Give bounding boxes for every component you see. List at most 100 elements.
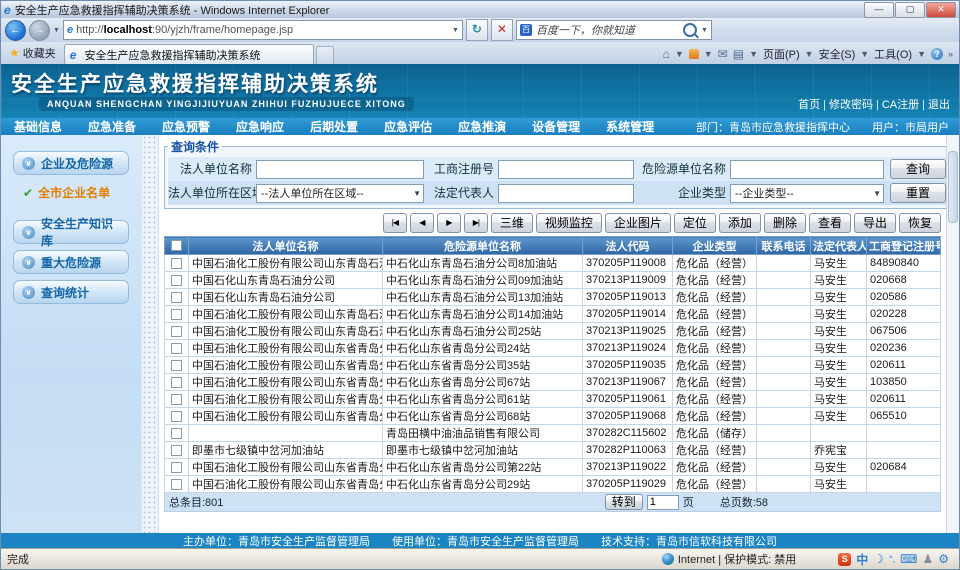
tools-menu[interactable]: 工具(O) bbox=[874, 46, 912, 62]
sidebar-splitter[interactable] bbox=[141, 135, 159, 533]
sidebar-group-major-hazard[interactable]: ∨ 重大危险源 bbox=[13, 250, 129, 274]
prev-page-button[interactable]: ◀ bbox=[410, 213, 434, 233]
overflow-icon[interactable]: » bbox=[948, 49, 953, 59]
menu-item-7[interactable]: 设备管理 bbox=[519, 118, 593, 135]
region-select[interactable]: --法人单位所在区域--▼ bbox=[256, 184, 424, 203]
top-link-1[interactable]: 修改密码 bbox=[829, 99, 873, 111]
reset-button[interactable]: 重置 bbox=[890, 183, 946, 203]
page-menu[interactable]: 页面(P) bbox=[763, 46, 800, 62]
table-row[interactable]: 中国石油化工股份有限公司山东省青岛分公司中石化山东省青岛分公司61站370205… bbox=[165, 391, 941, 408]
sidebar-group-enterprise-hazard[interactable]: ∨ 企业及危险源 bbox=[13, 151, 129, 175]
scrollbar-thumb[interactable] bbox=[948, 151, 958, 223]
url-text[interactable]: http://localhost:90/yjzh/frame/homepage.… bbox=[76, 24, 293, 36]
table-row[interactable]: 中国石油化工股份有限公司山东青岛石油分公司中石化山东青岛石油分公司14加油站37… bbox=[165, 306, 941, 323]
row-checkbox[interactable] bbox=[171, 394, 182, 405]
tools-menu-caret-icon[interactable]: ▼ bbox=[917, 49, 926, 59]
close-button[interactable]: ✕ bbox=[926, 2, 956, 18]
rss-icon[interactable] bbox=[689, 49, 699, 59]
moon-icon[interactable]: ☽ bbox=[873, 552, 884, 566]
mail-icon[interactable]: ✉ bbox=[718, 47, 728, 61]
corp-type-select[interactable]: --企业类型--▼ bbox=[730, 184, 884, 203]
toolbar-button-0[interactable]: 三维 bbox=[491, 213, 533, 233]
table-row[interactable]: 即墨市七级镇中岔河加油站即墨市七级镇中岔河加油站370282P110063危化品… bbox=[165, 442, 941, 459]
toolbar-button-4[interactable]: 添加 bbox=[719, 213, 761, 233]
menu-item-5[interactable]: 应急评估 bbox=[371, 118, 445, 135]
punctuation-icon[interactable]: °, bbox=[889, 554, 895, 564]
row-checkbox[interactable] bbox=[171, 428, 182, 439]
reg-no-input[interactable] bbox=[498, 160, 634, 179]
row-checkbox[interactable] bbox=[171, 275, 182, 286]
goto-button[interactable]: 转到 bbox=[605, 494, 643, 510]
soft-keyboard-icon[interactable]: ⌨ bbox=[900, 552, 917, 566]
content-scrollbar[interactable] bbox=[946, 135, 959, 533]
row-checkbox[interactable] bbox=[171, 292, 182, 303]
toolbar-button-2[interactable]: 企业图片 bbox=[605, 213, 671, 233]
page-number-input[interactable] bbox=[647, 495, 679, 510]
back-button[interactable]: ← bbox=[5, 20, 26, 41]
help-icon[interactable]: ? bbox=[931, 48, 943, 60]
hazard-name-input[interactable] bbox=[730, 160, 884, 179]
active-tab[interactable]: e 安全生产应急救援指挥辅助决策系统 bbox=[64, 44, 314, 64]
menu-item-4[interactable]: 后期处置 bbox=[297, 118, 371, 135]
sidebar-group-query-statistics[interactable]: ∨ 查询统计 bbox=[13, 280, 129, 304]
url-dropdown-icon[interactable]: ▼ bbox=[452, 27, 459, 34]
row-checkbox[interactable] bbox=[171, 462, 182, 473]
sogou-ime-icon[interactable]: S bbox=[838, 553, 851, 566]
table-row[interactable]: 中国石油化工股份有限公司山东省青岛分公司中石化山东省青岛分公司24站370213… bbox=[165, 340, 941, 357]
search-icon[interactable] bbox=[683, 23, 697, 37]
chinese-mode-icon[interactable]: 中 bbox=[856, 551, 868, 568]
row-checkbox[interactable] bbox=[171, 258, 182, 269]
table-row[interactable]: 中国石油化工股份有限公司山东青岛石油分公司中石化山东青岛石油分公司8加油站370… bbox=[165, 255, 941, 272]
home-dropdown-icon[interactable]: ▼ bbox=[675, 49, 684, 59]
forward-button[interactable]: → bbox=[29, 20, 50, 41]
home-icon[interactable]: ⌂ bbox=[663, 47, 670, 61]
select-all-checkbox[interactable] bbox=[171, 240, 182, 251]
toolbar-button-6[interactable]: 查看 bbox=[809, 213, 851, 233]
favorites-button[interactable]: ★ 收藏夹 bbox=[3, 43, 64, 64]
top-link-2[interactable]: CA注册 bbox=[882, 99, 919, 111]
toolbar-button-1[interactable]: 视频监控 bbox=[536, 213, 602, 233]
toolbar-button-7[interactable]: 导出 bbox=[854, 213, 896, 233]
row-checkbox[interactable] bbox=[171, 360, 182, 371]
print-icon[interactable]: ▤ bbox=[733, 47, 744, 61]
table-row[interactable]: 中国石油化工股份有限公司山东省青岛分公司中石化山东省青岛分公司67站370213… bbox=[165, 374, 941, 391]
maximize-button[interactable]: ▢ bbox=[895, 2, 925, 18]
top-link-3[interactable]: 退出 bbox=[928, 99, 950, 111]
table-row[interactable]: 中国石油化工股份有限公司山东省青岛分公司中石化山东省青岛分公司29站370205… bbox=[165, 476, 941, 493]
first-page-button[interactable]: |◀ bbox=[383, 213, 407, 233]
menu-item-6[interactable]: 应急推演 bbox=[445, 118, 519, 135]
table-row[interactable]: 中国石化山东青岛石油分公司中石化山东青岛石油分公司09加油站370213P119… bbox=[165, 272, 941, 289]
table-row[interactable]: 青岛田横中油油品销售有限公司370282C115602危化品（储存） bbox=[165, 425, 941, 442]
print-dropdown-icon[interactable]: ▼ bbox=[749, 49, 758, 59]
menu-item-1[interactable]: 应急准备 bbox=[75, 118, 149, 135]
table-row[interactable]: 中国石油化工股份有限公司山东省青岛分公司中石化山东省青岛分公司35站370205… bbox=[165, 357, 941, 374]
safety-menu[interactable]: 安全(S) bbox=[819, 46, 856, 62]
person-icon[interactable]: ♟ bbox=[922, 552, 933, 566]
row-checkbox[interactable] bbox=[171, 343, 182, 354]
table-row[interactable]: 中国石油化工股份有限公司山东省青岛分公司中石化山东省青岛分公司68站370205… bbox=[165, 408, 941, 425]
table-row[interactable]: 中国石化山东青岛石油分公司中石化山东青岛石油分公司13加油站370205P119… bbox=[165, 289, 941, 306]
row-checkbox[interactable] bbox=[171, 326, 182, 337]
corp-name-input[interactable] bbox=[256, 160, 424, 179]
menu-item-8[interactable]: 系统管理 bbox=[593, 118, 667, 135]
last-page-button[interactable]: ▶| bbox=[464, 213, 488, 233]
sidebar-item-citywide-enterprise-list[interactable]: ✔ 全市企业名单 bbox=[1, 181, 141, 204]
safety-menu-caret-icon[interactable]: ▼ bbox=[860, 49, 869, 59]
settings-wrench-icon[interactable]: ⚙ bbox=[938, 552, 949, 566]
search-box[interactable]: 百 百度一下，你就知道 ▼ bbox=[516, 20, 712, 40]
menu-item-3[interactable]: 应急响应 bbox=[223, 118, 297, 135]
history-dropdown-icon[interactable]: ▼ bbox=[53, 27, 60, 34]
search-dropdown-icon[interactable]: ▼ bbox=[701, 27, 708, 34]
row-checkbox[interactable] bbox=[171, 377, 182, 388]
page-menu-caret-icon[interactable]: ▼ bbox=[805, 49, 814, 59]
search-button[interactable]: 查询 bbox=[890, 159, 946, 179]
row-checkbox[interactable] bbox=[171, 411, 182, 422]
minimize-button[interactable]: — bbox=[864, 2, 894, 18]
row-checkbox[interactable] bbox=[171, 309, 182, 320]
table-row[interactable]: 中国石油化工股份有限公司山东青岛石油分公司中石化山东青岛石油分公司25站3702… bbox=[165, 323, 941, 340]
legal-person-input[interactable] bbox=[498, 184, 634, 203]
row-checkbox[interactable] bbox=[171, 479, 182, 490]
search-input[interactable]: 百度一下，你就知道 bbox=[536, 22, 679, 38]
row-checkbox[interactable] bbox=[171, 445, 182, 456]
rss-dropdown-icon[interactable]: ▼ bbox=[704, 49, 713, 59]
